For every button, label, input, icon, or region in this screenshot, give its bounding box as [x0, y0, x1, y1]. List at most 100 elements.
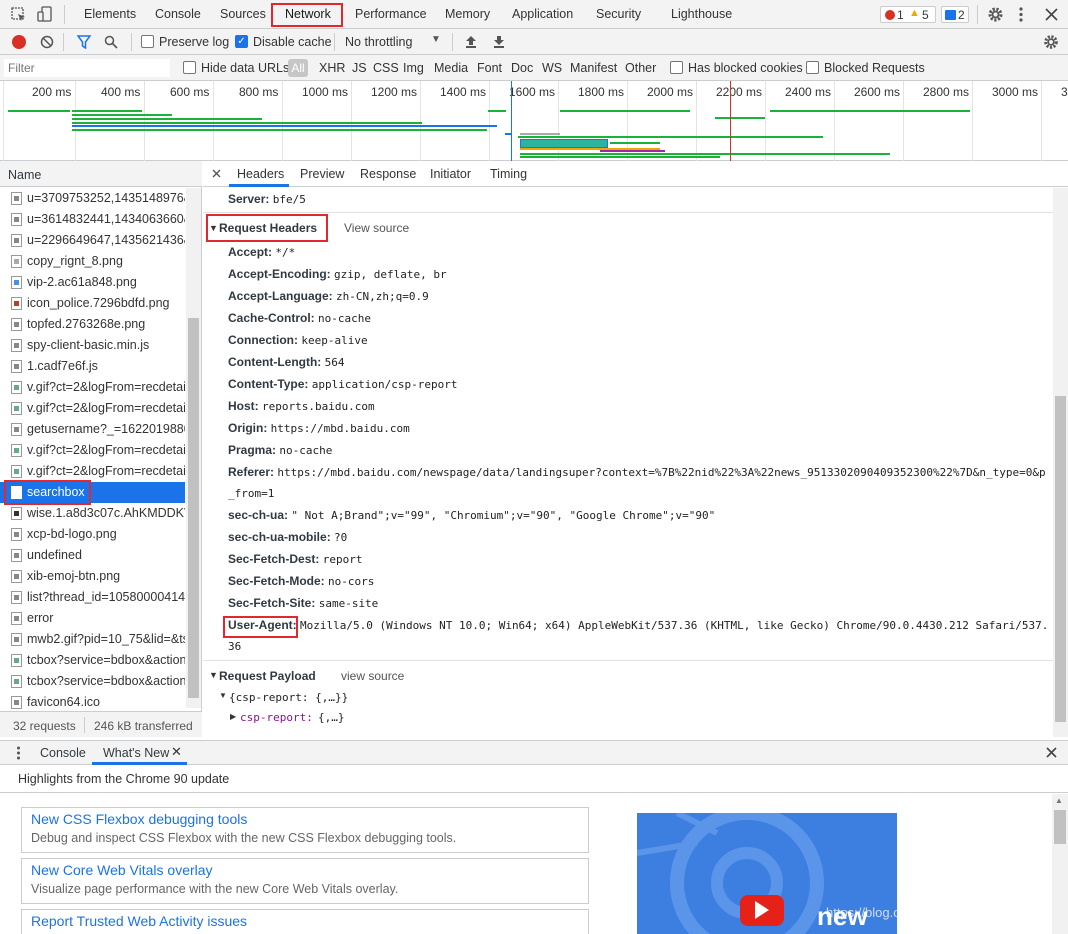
whats-new-card[interactable]: Report Trusted Web Activity issues — [21, 909, 589, 934]
request-row[interactable]: tcbox?service=bdbox&action... — [0, 650, 185, 671]
hide-data-urls-checkbox[interactable] — [183, 61, 196, 74]
request-row[interactable]: spy-client-basic.min.js — [0, 335, 185, 356]
tab-performance[interactable]: Performance — [353, 0, 429, 29]
request-row[interactable]: wise.1.a8d3c07c.AhKMDDKV6 — [0, 503, 185, 524]
filter-type-js[interactable]: JS — [352, 61, 367, 75]
close-tab-icon[interactable]: ✕ — [171, 744, 182, 760]
request-row[interactable]: list?thread_id=1058000041420 — [0, 587, 185, 608]
triangle-down-icon[interactable]: ▼ — [219, 691, 227, 700]
scrollbar-thumb[interactable] — [1054, 810, 1066, 844]
filter-type-doc[interactable]: Doc — [511, 61, 533, 75]
request-row[interactable]: v.gif?ct=2&logFrom=recdetai — [0, 377, 185, 398]
triangle-down-icon[interactable]: ▼ — [209, 223, 218, 233]
tab-preview[interactable]: Preview — [300, 161, 344, 187]
request-row[interactable]: xcp-bd-logo.png — [0, 524, 185, 545]
request-row[interactable]: copy_rignt_8.png — [0, 251, 185, 272]
play-button-icon[interactable] — [740, 895, 784, 926]
filter-type-media[interactable]: Media — [434, 61, 468, 75]
close-details-icon[interactable] — [212, 169, 221, 178]
drawer-menu-icon[interactable] — [16, 746, 21, 760]
view-source-link[interactable]: View source — [344, 221, 409, 235]
request-row[interactable]: u=2296649647,1435621436&f... — [0, 230, 185, 251]
request-payload-title[interactable]: Request Payload — [219, 669, 316, 683]
request-row[interactable]: undefined — [0, 545, 185, 566]
tab-application[interactable]: Application — [510, 0, 575, 29]
import-har-icon[interactable] — [465, 35, 477, 48]
clear-icon[interactable] — [40, 35, 54, 49]
request-row[interactable]: u=3614832441,1434063660&f... — [0, 209, 185, 230]
request-row[interactable]: tcbox?service=bdbox&action... — [0, 671, 185, 692]
card-title-link[interactable]: Report Trusted Web Activity issues — [31, 913, 247, 929]
request-row[interactable]: 1.cadf7e6f.js — [0, 356, 185, 377]
request-row[interactable]: favicon64.ico — [0, 692, 185, 713]
drawer-tab-console[interactable]: Console — [40, 746, 86, 760]
filter-type-xhr[interactable]: XHR — [319, 61, 345, 75]
card-title-link[interactable]: New CSS Flexbox debugging tools — [31, 811, 247, 827]
record-icon[interactable] — [12, 35, 26, 49]
request-row[interactable]: getusername?_=16220198805 — [0, 419, 185, 440]
request-row[interactable]: v.gif?ct=2&logFrom=recdetai — [0, 440, 185, 461]
network-overview-timeline[interactable]: 200 ms 400 ms 600 ms 800 ms 1000 ms 1200… — [0, 81, 1068, 161]
filter-type-font[interactable]: Font — [477, 61, 502, 75]
drawer-scrollbar[interactable]: ▲ — [1052, 794, 1068, 934]
inspect-element-icon[interactable] — [11, 7, 27, 23]
request-row[interactable]: v.gif?ct=2&logFrom=recdetai — [0, 461, 185, 482]
search-icon[interactable] — [104, 35, 118, 49]
more-options-icon[interactable] — [1018, 6, 1024, 23]
tab-console[interactable]: Console — [153, 0, 203, 29]
triangle-right-icon[interactable]: ▶ — [230, 712, 236, 721]
request-row[interactable]: v.gif?ct=2&logFrom=recdetai — [0, 398, 185, 419]
filter-type-all[interactable]: All — [288, 59, 308, 77]
triangle-down-icon[interactable]: ▼ — [209, 670, 218, 680]
tab-memory[interactable]: Memory — [443, 0, 492, 29]
device-toolbar-icon[interactable] — [37, 6, 53, 23]
request-row[interactable]: error — [0, 608, 185, 629]
filter-type-css[interactable]: CSS — [373, 61, 399, 75]
tab-initiator[interactable]: Initiator — [430, 161, 471, 187]
filter-type-manifest[interactable]: Manifest — [570, 61, 617, 75]
scrollbar-thumb[interactable] — [1055, 396, 1066, 722]
issues-badge[interactable]: 1 ▲ 5 — [880, 6, 936, 23]
tab-response[interactable]: Response — [360, 161, 416, 187]
drawer-tab-whats-new[interactable]: What's New — [103, 746, 169, 760]
request-row[interactable]: icon_police.7296bdfd.png — [0, 293, 185, 314]
disable-cache-checkbox[interactable]: ✓ — [235, 35, 248, 48]
filter-input[interactable] — [4, 59, 170, 77]
view-source-link[interactable]: view source — [341, 669, 404, 683]
request-list-scrollbar[interactable] — [186, 188, 201, 708]
filter-type-ws[interactable]: WS — [542, 61, 562, 75]
tab-lighthouse[interactable]: Lighthouse — [669, 0, 734, 29]
tab-sources[interactable]: Sources — [218, 0, 268, 29]
tab-elements[interactable]: Elements — [82, 0, 138, 29]
whats-new-card[interactable]: New Core Web Vitals overlay Visualize pa… — [21, 858, 589, 904]
request-headers-title[interactable]: Request Headers — [219, 221, 317, 235]
blocked-requests-checkbox[interactable] — [806, 61, 819, 74]
filter-type-img[interactable]: Img — [403, 61, 424, 75]
card-title-link[interactable]: New Core Web Vitals overlay — [31, 862, 213, 878]
close-devtools-icon[interactable] — [1045, 8, 1058, 21]
throttling-select[interactable]: No throttling — [345, 35, 412, 49]
request-row[interactable]: mwb2.gif?pid=10_75&lid=&ts — [0, 629, 185, 650]
preserve-log-checkbox[interactable] — [141, 35, 154, 48]
close-drawer-icon[interactable] — [1046, 747, 1057, 758]
details-scrollbar[interactable] — [1053, 188, 1068, 737]
payload-root[interactable]: {csp-report: {,…}} — [229, 691, 348, 704]
tab-security[interactable]: Security — [594, 0, 643, 29]
export-har-icon[interactable] — [493, 35, 505, 48]
filter-type-other[interactable]: Other — [625, 61, 656, 75]
request-row[interactable]: topfed.2763268e.png — [0, 314, 185, 335]
messages-badge[interactable]: 2 — [941, 6, 969, 23]
tab-timing[interactable]: Timing — [490, 161, 527, 187]
chevron-down-icon[interactable]: ▼ — [431, 34, 441, 45]
scrollbar-thumb[interactable] — [188, 318, 199, 698]
tab-network[interactable]: Network — [283, 0, 333, 29]
payload-value[interactable]: {,…} — [318, 711, 345, 724]
request-row[interactable]: vip-2.ac61a848.png — [0, 272, 185, 293]
settings-gear-icon[interactable] — [987, 6, 1004, 23]
has-blocked-cookies-checkbox[interactable] — [670, 61, 683, 74]
whats-new-card[interactable]: New CSS Flexbox debugging tools Debug an… — [21, 807, 589, 853]
request-row[interactable]: xib-emoj-btn.png — [0, 566, 185, 587]
request-row[interactable]: u=3709753252,1435148976&f... — [0, 188, 185, 209]
name-column-header[interactable]: Name — [0, 161, 202, 187]
filter-icon[interactable] — [77, 35, 91, 49]
